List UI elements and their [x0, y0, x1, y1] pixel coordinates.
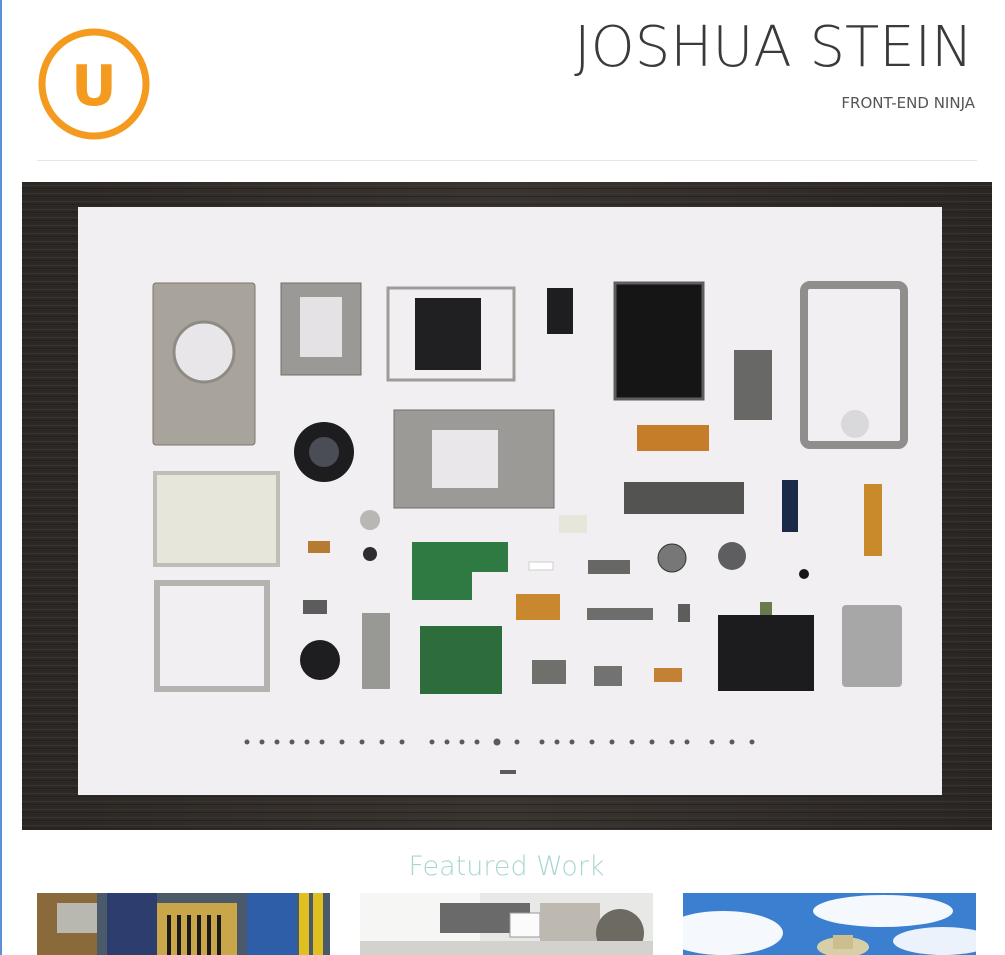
logo-letter: U — [71, 54, 116, 119]
page: U JOSHUA STEIN FRONT-END NINJA Featured … — [0, 0, 1005, 955]
featured-item-sky[interactable] — [683, 893, 976, 955]
hero-image — [22, 182, 992, 830]
featured-item-circuit[interactable] — [37, 893, 330, 955]
logo-circle-icon: U — [38, 28, 150, 140]
window-edge — [0, 0, 2, 955]
circuit-board-thumbnail — [37, 893, 330, 955]
site-title[interactable]: JOSHUA STEIN — [574, 20, 973, 76]
header-divider — [37, 160, 977, 161]
site-logo[interactable]: U — [37, 27, 151, 141]
featured-work-heading: Featured Work — [408, 851, 605, 882]
sky-hat-thumbnail — [683, 893, 976, 955]
featured-item-desk[interactable] — [360, 893, 653, 955]
camera-parts-photo — [22, 182, 992, 830]
desk-computer-thumbnail — [360, 893, 653, 955]
site-tagline: FRONT-END NINJA — [841, 94, 975, 112]
